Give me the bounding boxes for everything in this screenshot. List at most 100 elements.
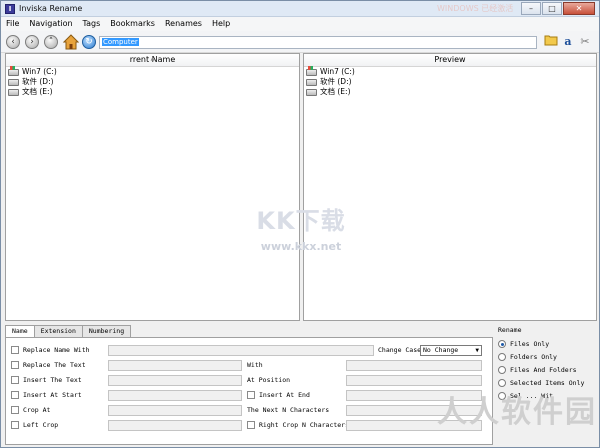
insert-at-end-checkbox[interactable]: [247, 391, 255, 399]
list-item[interactable]: 软件 (D:): [304, 77, 596, 87]
system-drive-icon: [306, 65, 317, 76]
up-icon[interactable]: ˄: [44, 35, 58, 49]
replace-name-with-label: Replace Name With: [23, 346, 90, 354]
drive-label: Win7 (C:): [22, 67, 57, 76]
list-item[interactable]: 文档 (E:): [304, 87, 596, 97]
current-name-pane[interactable]: ▲ rrent Name Win7 (C:) 软件 (D:) 文档 (E:): [5, 53, 300, 321]
insert-at-start-checkbox[interactable]: [11, 391, 19, 399]
right-crop-option[interactable]: Right Crop N Characters: [247, 419, 349, 431]
replace-the-text-field[interactable]: [108, 360, 242, 371]
menu-renames[interactable]: Renames: [160, 17, 207, 31]
preview-pane[interactable]: Preview Win7 (C:) 软件 (D:) 文档 (E:): [303, 53, 597, 321]
files-only-label: Files Only: [510, 340, 550, 348]
drive-icon: [8, 88, 19, 96]
list-item[interactable]: Win7 (C:): [6, 65, 299, 77]
folder-open-icon[interactable]: [543, 34, 559, 50]
insert-at-start-label: Insert At Start: [23, 391, 82, 399]
tab-extension[interactable]: Extension: [33, 325, 83, 337]
folders-only-option[interactable]: Folders Only: [498, 351, 557, 363]
menu-help[interactable]: Help: [207, 17, 235, 31]
replace-the-text-checkbox[interactable]: [11, 361, 19, 369]
path-text: Computer: [102, 38, 139, 46]
left-crop-option[interactable]: Left Crop: [11, 419, 58, 431]
tools-icon[interactable]: ✂: [577, 34, 593, 50]
crop-at-option[interactable]: Crop At: [11, 404, 50, 416]
insert-at-end-label: Insert At End: [259, 391, 310, 399]
font-icon[interactable]: a: [560, 34, 576, 50]
drive-label: 文档 (E:): [320, 87, 351, 96]
title-bar[interactable]: I Inviska Rename WINDOWS 已经激活 – □ ✕: [1, 1, 599, 17]
sort-caret-icon: ▲: [150, 56, 155, 62]
corner-watermark: 人人软件园: [437, 395, 597, 430]
forward-icon[interactable]: ›: [25, 35, 39, 49]
right-crop-label: Right Crop N Characters: [259, 421, 350, 429]
files-only-radio[interactable]: [498, 340, 506, 348]
crop-at-field[interactable]: [108, 405, 242, 416]
back-icon[interactable]: ‹: [6, 35, 20, 49]
selected-items-only-radio[interactable]: [498, 379, 506, 387]
insert-the-text-option[interactable]: Insert The Text: [11, 374, 82, 386]
drive-label: Win7 (C:): [320, 67, 355, 76]
right-crop-checkbox[interactable]: [247, 421, 255, 429]
tab-numbering[interactable]: Numbering: [81, 325, 132, 337]
files-only-option[interactable]: Files Only: [498, 338, 549, 350]
window-controls: – □ ✕: [521, 2, 595, 15]
crop-at-checkbox[interactable]: [11, 406, 19, 414]
chevron-down-icon: ▼: [475, 347, 479, 354]
replace-the-text-option[interactable]: Replace The Text: [11, 359, 86, 371]
files-and-folders-label: Files And Folders: [510, 366, 577, 374]
insert-the-text-label: Insert The Text: [23, 376, 82, 384]
list-item[interactable]: Win7 (C:): [304, 65, 596, 77]
with-field[interactable]: [346, 360, 482, 371]
change-case-label: Change Case: [378, 346, 422, 354]
site-watermark-url: www.kkx.net: [260, 240, 342, 253]
tab-strip: Name Extension Numbering: [5, 325, 132, 338]
refresh-icon[interactable]: ↻: [82, 35, 96, 49]
list-item[interactable]: 软件 (D:): [6, 77, 299, 87]
minimize-button[interactable]: –: [521, 2, 541, 15]
replace-the-text-label: Replace The Text: [23, 361, 86, 369]
close-button[interactable]: ✕: [563, 2, 595, 15]
replace-name-with-option[interactable]: Replace Name With: [11, 344, 90, 356]
drive-icon: [306, 78, 317, 86]
insert-at-start-field[interactable]: [108, 390, 242, 401]
files-and-folders-radio[interactable]: [498, 366, 506, 374]
with-label: With: [247, 361, 263, 369]
replace-name-with-field[interactable]: [108, 345, 374, 356]
toolbar: ‹ › ˄ ↻ Computer a ✂: [1, 31, 599, 53]
system-drive-icon: [8, 65, 19, 76]
left-crop-field[interactable]: [108, 420, 242, 431]
next-n-characters-label: The Next N Characters: [247, 406, 330, 414]
menu-bookmarks[interactable]: Bookmarks: [105, 17, 160, 31]
activation-watermark: WINDOWS 已经激活: [437, 4, 514, 13]
folders-only-label: Folders Only: [510, 353, 557, 361]
rename-group-title: Rename: [498, 326, 522, 334]
site-watermark: KK下载: [256, 207, 346, 235]
replace-name-with-checkbox[interactable]: [11, 346, 19, 354]
insert-the-text-checkbox[interactable]: [11, 376, 19, 384]
menu-tags[interactable]: Tags: [78, 17, 106, 31]
path-input[interactable]: Computer: [99, 36, 537, 49]
drive-label: 软件 (D:): [320, 77, 352, 86]
drive-label: 软件 (D:): [22, 77, 54, 86]
insert-the-text-field[interactable]: [108, 375, 242, 386]
home-icon[interactable]: [62, 34, 80, 50]
maximize-button[interactable]: □: [542, 2, 562, 15]
window-title: Inviska Rename: [19, 4, 83, 13]
insert-at-start-option[interactable]: Insert At Start: [11, 389, 82, 401]
insert-at-end-option[interactable]: Insert At End: [247, 389, 310, 401]
list-item[interactable]: 文档 (E:): [6, 87, 299, 97]
left-crop-checkbox[interactable]: [11, 421, 19, 429]
folders-only-radio[interactable]: [498, 353, 506, 361]
at-position-field[interactable]: [346, 375, 482, 386]
menu-file[interactable]: File: [1, 17, 24, 31]
menu-navigation[interactable]: Navigation: [24, 17, 77, 31]
change-case-select[interactable]: No Change ▼: [420, 345, 482, 356]
preview-header-label: Preview: [434, 55, 466, 64]
preview-header[interactable]: Preview: [304, 54, 596, 67]
files-and-folders-option[interactable]: Files And Folders: [498, 364, 577, 376]
crop-at-label: Crop At: [23, 406, 51, 414]
menu-bar: File Navigation Tags Bookmarks Renames H…: [1, 17, 599, 31]
current-name-header[interactable]: ▲ rrent Name: [6, 54, 299, 67]
change-case-value: No Change: [423, 346, 459, 354]
